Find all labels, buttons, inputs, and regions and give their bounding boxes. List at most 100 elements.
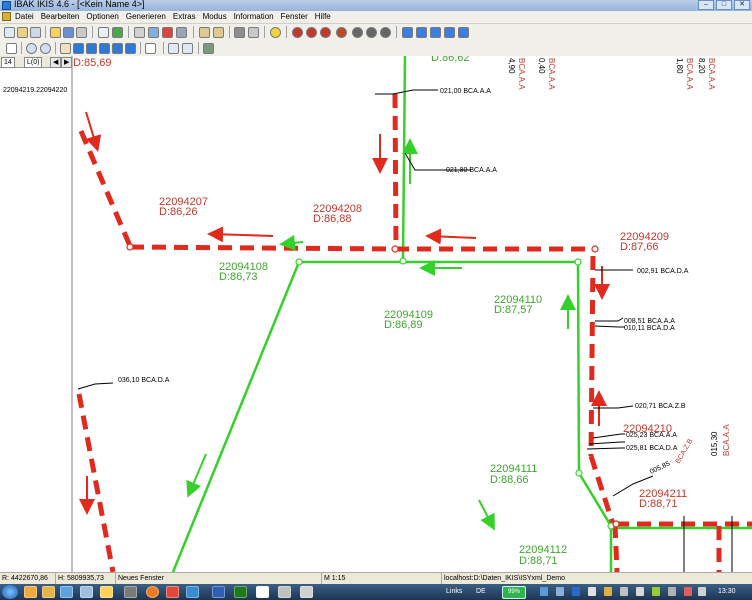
camera-icon[interactable] — [234, 27, 245, 38]
volume-icon[interactable] — [636, 587, 644, 596]
tray-icon[interactable] — [684, 587, 692, 596]
list-item[interactable]: 22094219.22094220 — [3, 87, 67, 94]
grid-icon[interactable] — [134, 27, 145, 38]
pipe-annotation[interactable]: 005,85 — [649, 460, 671, 475]
survey-icon-4[interactable] — [336, 27, 347, 38]
open-icon[interactable] — [17, 27, 28, 38]
pipe-annotation[interactable]: 036,10 BCA.D.A — [118, 377, 170, 384]
menu-generieren[interactable]: Generieren — [126, 11, 166, 23]
layers-icon[interactable] — [148, 27, 159, 38]
taskbar-folder-icon[interactable] — [42, 586, 55, 598]
taskbar-app-icon[interactable] — [24, 586, 37, 598]
zoom-out-icon[interactable] — [40, 43, 51, 54]
taskbar-app-icon[interactable] — [166, 586, 179, 598]
tab-lines[interactable]: L(0) — [24, 57, 43, 68]
menu-information[interactable]: Information — [234, 11, 274, 23]
red-pipe[interactable] — [392, 93, 399, 250]
table-icon[interactable] — [168, 43, 179, 54]
sewer-network-map[interactable]: 22094207 D:86,26 22094208 D:86,88 220942… — [73, 56, 752, 572]
manhole[interactable] — [399, 257, 407, 265]
tray-icon[interactable] — [588, 587, 596, 596]
red-pipe[interactable] — [588, 455, 616, 525]
language-indicator[interactable]: DE — [476, 586, 486, 598]
manhole[interactable] — [575, 469, 583, 477]
pipe-annotation[interactable]: 020,71 BCA.Z.B — [635, 403, 686, 410]
nav-left-icon[interactable] — [73, 43, 84, 54]
print-icon[interactable] — [76, 27, 87, 38]
toolbar-links-label[interactable]: Links — [446, 586, 462, 598]
tab-scroll-right-icon[interactable]: ▶ — [61, 57, 73, 68]
green-pipe[interactable] — [401, 56, 407, 260]
lightbulb-icon[interactable] — [270, 27, 281, 38]
arrow-right-icon[interactable] — [416, 27, 427, 38]
menu-optionen[interactable]: Optionen — [86, 11, 118, 23]
nav-up-icon[interactable] — [112, 43, 123, 54]
pipe-annotation[interactable]: 021,80 BCA.A.A — [446, 167, 497, 174]
start-button-icon[interactable] — [2, 585, 18, 599]
network-icon[interactable] — [620, 587, 628, 596]
pan-hand-icon[interactable] — [60, 43, 71, 54]
manhole[interactable] — [391, 245, 399, 253]
green-pipe[interactable] — [576, 261, 581, 474]
pipe-annotation[interactable]: 021,00 BCA.A.A — [440, 88, 491, 95]
menu-extras[interactable]: Extras — [173, 11, 196, 23]
pipe-annotation[interactable]: 025,81 BCA.D.A — [626, 445, 678, 452]
menu-modus[interactable]: Modus — [203, 11, 227, 23]
image-icon[interactable] — [203, 43, 214, 54]
refresh-icon[interactable] — [458, 27, 469, 38]
copy-icon[interactable] — [98, 27, 109, 38]
tray-icon[interactable] — [668, 587, 676, 596]
tray-icon[interactable] — [556, 587, 564, 596]
red-pipe[interactable] — [588, 255, 596, 457]
manhole[interactable] — [126, 243, 134, 251]
tray-icon[interactable] — [604, 587, 612, 596]
red-pipe[interactable] — [78, 130, 133, 247]
save-icon[interactable] — [30, 27, 41, 38]
tab-nodes[interactable]: 14 — [1, 57, 15, 68]
flag-icon[interactable] — [698, 587, 706, 596]
maximize-button[interactable]: □ — [716, 0, 732, 10]
taskbar-ikis-icon[interactable] — [256, 586, 269, 598]
database-icon[interactable] — [63, 27, 74, 38]
film-icon[interactable] — [248, 27, 259, 38]
nav-right-icon[interactable] — [86, 43, 97, 54]
manhole[interactable] — [591, 245, 599, 253]
arrow-right2-icon[interactable] — [444, 27, 455, 38]
tab-scroll-left-icon[interactable]: ◀ — [50, 57, 62, 68]
pipe-annotation[interactable]: 002,91 BCA.D.A — [637, 268, 689, 275]
taskbar-app-icon[interactable] — [212, 586, 225, 598]
taskbar-app-icon[interactable] — [186, 586, 199, 598]
close-button[interactable]: ✕ — [734, 0, 750, 10]
nav-center-icon[interactable] — [125, 43, 136, 54]
bluetooth-icon[interactable] — [572, 587, 580, 596]
clock[interactable]: 13:30 — [718, 586, 736, 598]
pipe-annotation[interactable]: 008,51 BCA.A.A — [624, 318, 675, 325]
report-icon[interactable] — [162, 27, 173, 38]
taskbar-app-icon[interactable] — [278, 586, 291, 598]
nav-down-icon[interactable] — [99, 43, 110, 54]
manhole[interactable] — [574, 258, 582, 266]
taskbar-app-icon[interactable] — [124, 586, 137, 598]
menu-hilfe[interactable]: Hilfe — [315, 11, 331, 23]
map-canvas[interactable]: 22094207 D:86,26 22094208 D:86,88 220942… — [73, 56, 752, 572]
survey-icon-6[interactable] — [366, 27, 377, 38]
view-icon[interactable] — [176, 27, 187, 38]
red-pipe[interactable] — [612, 523, 620, 572]
pipe-annotation[interactable]: 010,11 BCA.D.A — [624, 325, 675, 332]
pipe-annotation[interactable]: BCA.Z.B — [675, 438, 695, 465]
red-pipe[interactable] — [76, 393, 116, 572]
tray-icon[interactable] — [540, 587, 548, 596]
minimize-button[interactable]: – — [698, 0, 714, 10]
select-icon[interactable] — [6, 43, 17, 54]
manhole[interactable] — [295, 258, 303, 266]
taskbar-app-icon[interactable] — [80, 586, 93, 598]
manhole[interactable] — [612, 520, 620, 528]
green-pipe[interactable] — [171, 261, 301, 572]
taskbar-app-icon[interactable] — [60, 586, 73, 598]
taskbar-firefox-icon[interactable] — [146, 586, 159, 598]
survey-icon-5[interactable] — [352, 27, 363, 38]
tray-icon[interactable] — [652, 587, 660, 596]
menu-datei[interactable]: Datei — [15, 11, 34, 23]
taskbar-app-icon[interactable] — [300, 586, 313, 598]
menu-bearbeiten[interactable]: Bearbeiten — [41, 11, 80, 23]
